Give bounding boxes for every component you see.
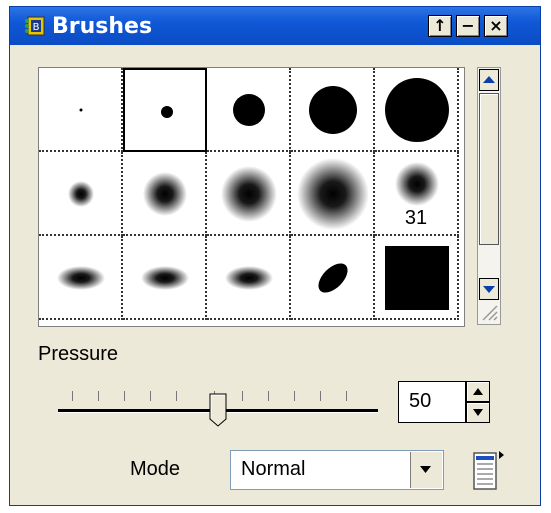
mode-label: Mode [130, 458, 181, 480]
arrow-down-icon [483, 286, 495, 293]
brush-tip-icon [385, 246, 449, 310]
slider-tick [242, 391, 243, 401]
pressure-spinner[interactable] [466, 381, 490, 423]
brush-tip-icon [57, 266, 105, 290]
brush-cell[interactable] [207, 152, 291, 236]
brush-cell[interactable] [291, 236, 375, 320]
brush-cell[interactable] [123, 236, 207, 320]
arrow-up-icon [483, 76, 495, 83]
brush-tip-icon [161, 106, 173, 118]
brush-tip-icon [385, 78, 449, 142]
brush-tip-icon [143, 172, 187, 216]
brush-cell[interactable]: 31 [375, 152, 459, 236]
slider-tick [176, 391, 177, 401]
close-icon: × [489, 16, 503, 35]
scroll-thumb[interactable] [479, 93, 499, 245]
slider-tick [72, 391, 73, 401]
decrement-button[interactable] [466, 402, 490, 423]
brush-tip-icon [225, 266, 273, 290]
brush-tip-icon [297, 158, 369, 230]
slider-tick [294, 391, 295, 401]
pressure-value: 50 [409, 390, 432, 412]
brush-cell[interactable] [123, 152, 207, 236]
pressure-label: Pressure [38, 343, 119, 365]
mode-dropdown-button[interactable] [410, 452, 442, 488]
brush-tip-icon [309, 86, 357, 134]
palette-menu-icon[interactable] [466, 447, 506, 493]
scroll-down-button[interactable] [479, 278, 499, 300]
brush-tip-icon [318, 263, 348, 293]
brush-cell[interactable] [39, 68, 123, 152]
brush-size-label: 31 [404, 207, 428, 229]
brush-cell[interactable] [123, 68, 207, 152]
brush-tip-icon [68, 181, 94, 207]
mode-value: Normal [241, 458, 306, 480]
brush-cell[interactable] [39, 152, 123, 236]
brush-grid: 31 [38, 67, 465, 327]
brush-palette-icon: B [25, 16, 45, 36]
brush-cell[interactable] [375, 68, 459, 152]
brush-cell[interactable] [207, 68, 291, 152]
brush-cell[interactable] [291, 68, 375, 152]
brush-tip-icon [221, 166, 277, 222]
slider-tick [150, 391, 151, 401]
brush-tip-icon [233, 94, 265, 126]
svg-text:B: B [33, 22, 40, 33]
scroll-up-button[interactable] [479, 69, 499, 91]
slider-tick [124, 391, 125, 401]
increment-button[interactable] [466, 381, 490, 402]
window-title: Brushes [52, 14, 153, 39]
brush-cell[interactable] [375, 236, 459, 320]
title-bar[interactable]: B Brushes ↑ − × [10, 7, 540, 45]
brush-tip-icon [79, 108, 83, 112]
slider-thumb[interactable] [209, 393, 227, 427]
minimize-button[interactable]: − [456, 15, 480, 37]
slider-tick [320, 391, 321, 401]
close-button[interactable]: × [484, 15, 508, 37]
pin-icon: ↑ [433, 16, 447, 35]
brush-cell[interactable] [291, 152, 375, 236]
arrow-down-icon [473, 409, 483, 416]
slider-tick [346, 391, 347, 401]
chevron-down-icon [420, 466, 431, 473]
slider-tick [98, 391, 99, 401]
arrow-up-icon [473, 388, 483, 395]
pin-button[interactable]: ↑ [428, 15, 452, 37]
brush-grid-scrollbar[interactable] [477, 67, 501, 325]
mode-select[interactable]: Normal [230, 450, 444, 490]
brushes-palette-window: B Brushes ↑ − × 31 Pressure 50 Mode Norm… [9, 6, 541, 506]
brush-cell[interactable] [207, 236, 291, 320]
resize-grip-icon[interactable] [479, 302, 499, 322]
brush-tip-icon [141, 266, 189, 290]
brush-cell[interactable] [39, 236, 123, 320]
slider-tick [268, 391, 269, 401]
pressure-value-field[interactable]: 50 [398, 381, 466, 423]
minimize-icon: − [461, 16, 475, 35]
